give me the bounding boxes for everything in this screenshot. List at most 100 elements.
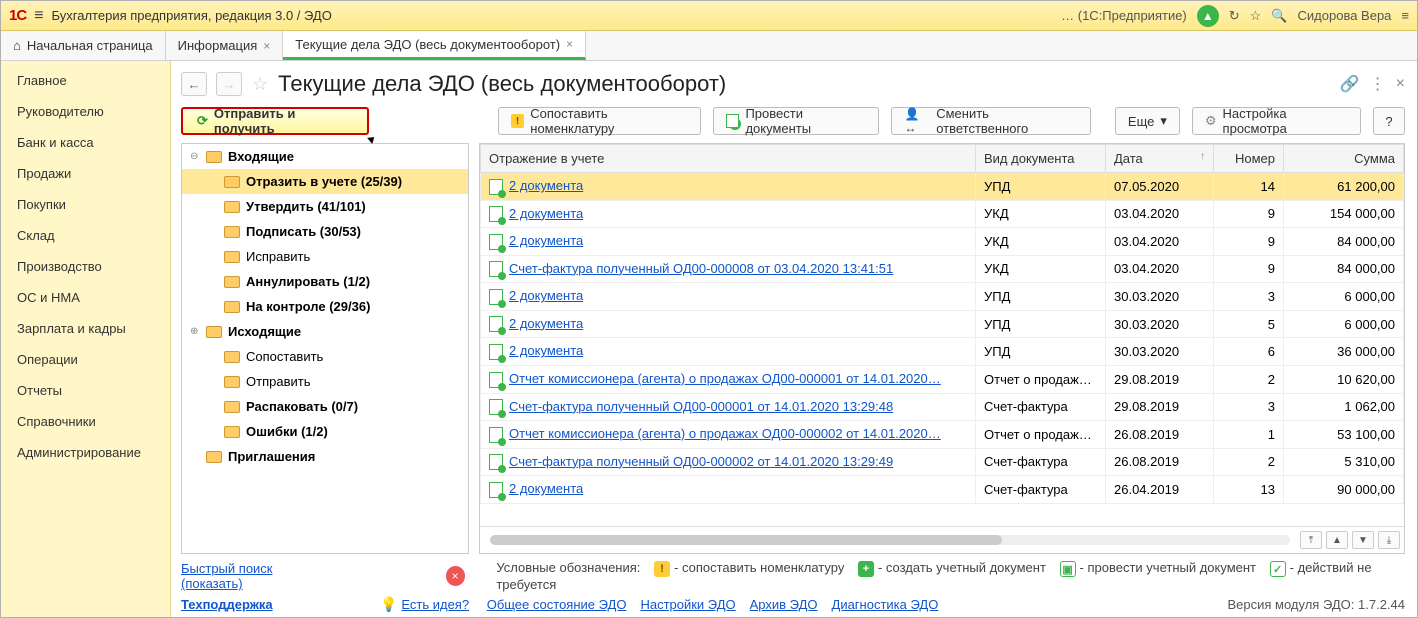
horizontal-scrollbar[interactable] <box>490 535 1290 545</box>
document-link[interactable]: Отчет комиссионера (агента) о продажах О… <box>509 426 941 441</box>
more-icon[interactable]: ⋮ <box>1370 74 1386 94</box>
match-nomenclature-button[interactable]: ! Сопоставить номенклатуру <box>498 107 701 135</box>
star-icon[interactable]: ☆ <box>1250 8 1262 24</box>
notifications-icon[interactable]: ▲ <box>1197 5 1219 27</box>
tab-home[interactable]: ⌂ Начальная страница <box>1 31 166 60</box>
sidebar-item[interactable]: Покупки <box>1 189 170 220</box>
expander-icon[interactable]: ⊕ <box>190 326 200 337</box>
sidebar-item[interactable]: ОС и НМА <box>1 282 170 313</box>
view-settings-button[interactable]: ⚙ Настройка просмотра <box>1192 107 1361 135</box>
sidebar-item[interactable]: Склад <box>1 220 170 251</box>
help-button[interactable]: ? <box>1373 107 1405 135</box>
table-row[interactable]: 2 документаУПД30.03.202036 000,00 <box>481 283 1404 311</box>
warning-icon: ! <box>511 114 524 128</box>
sidebar-item[interactable]: Банк и касса <box>1 127 170 158</box>
table-row[interactable]: Отчет комиссионера (агента) о продажах О… <box>481 421 1404 449</box>
sidebar-item[interactable]: Справочники <box>1 406 170 437</box>
column-header-date[interactable]: Дата↑ <box>1106 145 1214 173</box>
table-row[interactable]: 2 документаУКД03.04.2020984 000,00 <box>481 228 1404 256</box>
table-row[interactable]: 2 документаУПД07.05.20201461 200,00 <box>481 173 1404 201</box>
change-responsible-button[interactable]: 👤↔ Сменить ответственного <box>891 107 1090 135</box>
support-link[interactable]: Техподдержка <box>181 597 273 612</box>
tree-node[interactable]: Сопоставить <box>182 344 468 369</box>
footer-link[interactable]: Настройки ЭДО <box>640 597 735 612</box>
tree-node-label: Аннулировать (1/2) <box>246 274 370 289</box>
tree-node[interactable]: Ошибки (1/2) <box>182 419 468 444</box>
scroll-top-icon[interactable]: ⤒ <box>1300 531 1322 549</box>
idea-link[interactable]: Есть идея? <box>401 597 469 612</box>
sidebar-item[interactable]: Операции <box>1 344 170 375</box>
table-row[interactable]: Счет-фактура полученный ОД00-000002 от 1… <box>481 448 1404 476</box>
sort-asc-icon: ↑ <box>1200 151 1205 162</box>
document-link[interactable]: 2 документа <box>509 233 583 248</box>
tree-node[interactable]: Отправить <box>182 369 468 394</box>
tab-label: Начальная страница <box>27 38 153 53</box>
close-page-button[interactable]: × <box>1396 75 1405 93</box>
scroll-down-icon[interactable]: ▼ <box>1352 531 1374 549</box>
more-button[interactable]: Еще ▾ <box>1115 107 1180 135</box>
link-icon[interactable]: 🔗 <box>1340 74 1360 94</box>
user-name[interactable]: Сидорова Вера <box>1298 8 1392 23</box>
footer-link[interactable]: Архив ЭДО <box>750 597 818 612</box>
document-link[interactable]: Счет-фактура полученный ОД00-000002 от 1… <box>509 454 893 469</box>
column-header-sum[interactable]: Сумма <box>1284 145 1404 173</box>
close-icon[interactable]: × <box>566 37 573 51</box>
table-row[interactable]: Счет-фактура полученный ОД00-000001 от 1… <box>481 393 1404 421</box>
column-header-type[interactable]: Вид документа <box>976 145 1106 173</box>
table-row[interactable]: 2 документаУПД30.03.202056 000,00 <box>481 310 1404 338</box>
menu-icon[interactable]: ≡ <box>1401 8 1409 23</box>
expander-icon[interactable]: ⊖ <box>190 151 200 162</box>
sidebar-item[interactable]: Администрирование <box>1 437 170 468</box>
scroll-bottom-icon[interactable]: ⤓ <box>1378 531 1400 549</box>
tree-node[interactable]: Аннулировать (1/2) <box>182 269 468 294</box>
document-link[interactable]: Счет-фактура полученный ОД00-000008 от 0… <box>509 261 893 276</box>
tree-node[interactable]: Распаковать (0/7) <box>182 394 468 419</box>
history-icon[interactable]: ↻ <box>1229 8 1240 24</box>
table-row[interactable]: Счет-фактура полученный ОД00-000008 от 0… <box>481 255 1404 283</box>
tab-info[interactable]: Информация × <box>166 31 284 60</box>
sidebar-item[interactable]: Производство <box>1 251 170 282</box>
document-link[interactable]: 2 документа <box>509 316 583 331</box>
send-receive-button[interactable]: ⟳ Отправить и получить <box>181 107 369 135</box>
tree-node[interactable]: На контроле (29/36) <box>182 294 468 319</box>
tree-node[interactable]: Исправить <box>182 244 468 269</box>
tree-node[interactable]: ⊖Входящие <box>182 144 468 169</box>
column-header-num[interactable]: Номер <box>1214 145 1284 173</box>
sidebar-item[interactable]: Зарплата и кадры <box>1 313 170 344</box>
sidebar-item[interactable]: Руководителю <box>1 96 170 127</box>
favorite-icon[interactable]: ☆ <box>252 74 268 95</box>
tree-node[interactable]: Утвердить (41/101) <box>182 194 468 219</box>
sidebar-item[interactable]: Продажи <box>1 158 170 189</box>
nav-back-button[interactable]: ← <box>181 72 207 96</box>
table-row[interactable]: Отчет комиссионера (агента) о продажах О… <box>481 365 1404 393</box>
document-link[interactable]: 2 документа <box>509 481 583 496</box>
document-link[interactable]: 2 документа <box>509 206 583 221</box>
sidebar-item[interactable]: Главное <box>1 65 170 96</box>
table-row[interactable]: 2 документаУКД03.04.20209154 000,00 <box>481 200 1404 228</box>
table-row[interactable]: 2 документаСчет-фактура26.04.20191390 00… <box>481 476 1404 504</box>
column-header-ref[interactable]: Отражение в учете <box>481 145 976 173</box>
cell-num: 2 <box>1214 365 1284 393</box>
footer-link[interactable]: Диагностика ЭДО <box>832 597 939 612</box>
document-link[interactable]: Отчет комиссионера (агента) о продажах О… <box>509 371 941 386</box>
quick-search-link[interactable]: Быстрый поиск (показать) <box>181 561 333 591</box>
table-row[interactable]: 2 документаУПД30.03.2020636 000,00 <box>481 338 1404 366</box>
tree-node[interactable]: ⊕Исходящие <box>182 319 468 344</box>
document-link[interactable]: 2 документа <box>509 178 583 193</box>
tab-edo[interactable]: Текущие дела ЭДО (весь документооборот) … <box>283 31 586 60</box>
scroll-up-icon[interactable]: ▲ <box>1326 531 1348 549</box>
sidebar-item[interactable]: Отчеты <box>1 375 170 406</box>
document-link[interactable]: Счет-фактура полученный ОД00-000001 от 1… <box>509 399 893 414</box>
search-icon[interactable]: 🔍 <box>1271 8 1287 24</box>
post-documents-button[interactable]: Провести документы <box>713 107 879 135</box>
document-link[interactable]: 2 документа <box>509 288 583 303</box>
clear-search-icon[interactable]: × <box>446 566 465 586</box>
close-icon[interactable]: × <box>263 39 270 53</box>
document-link[interactable]: 2 документа <box>509 343 583 358</box>
footer-link[interactable]: Общее состояние ЭДО <box>487 597 627 612</box>
cell-date: 30.03.2020 <box>1106 310 1214 338</box>
tree-node[interactable]: Приглашения <box>182 444 468 469</box>
tree-node[interactable]: Отразить в учете (25/39) <box>182 169 468 194</box>
hamburger-icon[interactable]: ≡ <box>34 7 43 25</box>
tree-node[interactable]: Подписать (30/53) <box>182 219 468 244</box>
